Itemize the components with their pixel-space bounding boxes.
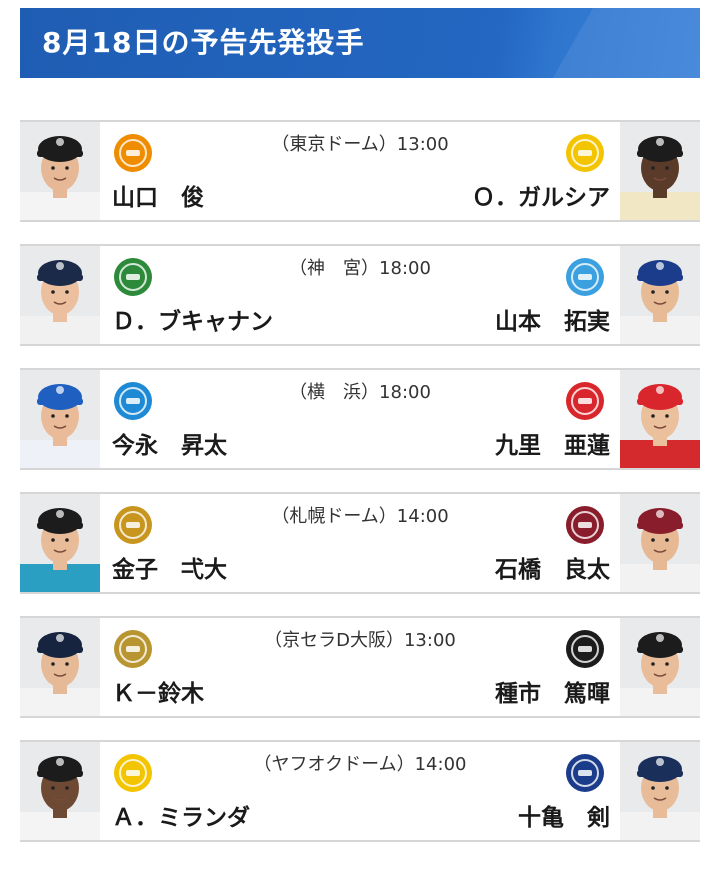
marines-logo-icon (562, 626, 608, 672)
away-pitcher-name: 石橋 良太 (495, 557, 610, 583)
venue-time: （ヤフオクドーム）14:00 (253, 754, 467, 775)
header-decoration (541, 8, 700, 78)
away-pitcher-photo (620, 742, 700, 840)
away-pitcher-name: Ｏ．ガルシア (472, 185, 610, 211)
away-pitcher-name: 山本 拓実 (495, 309, 610, 335)
venue-time: （東京ドーム）13:00 (271, 134, 449, 155)
venue-time: （神 宮）18:00 (289, 258, 431, 279)
away-pitcher-name: 十亀 剣 (518, 805, 610, 831)
hawks-logo-icon (110, 750, 156, 796)
home-pitcher-name: Ａ．ミランダ (112, 805, 250, 831)
away-pitcher-name: 種市 篤暉 (495, 681, 610, 707)
page-header: 8月18日の予告先発投手 (20, 8, 700, 78)
away-pitcher-photo (620, 122, 700, 220)
game-card[interactable]: （横 浜）18:00 今永 昇太 九里 亜蓮 (20, 368, 700, 470)
game-card[interactable]: （ヤフオクドーム）14:00 Ａ．ミランダ 十亀 剣 (20, 740, 700, 842)
buffaloes-logo-icon (110, 626, 156, 672)
tigers-logo-icon (562, 130, 608, 176)
game-card[interactable]: （京セラD大阪）13:00 Ｋ－鈴木 種市 篤暉 (20, 616, 700, 718)
home-pitcher-photo (20, 618, 100, 716)
away-pitcher-photo (620, 370, 700, 468)
dragons-logo-icon (562, 254, 608, 300)
home-pitcher-photo (20, 370, 100, 468)
lions-logo-icon (562, 750, 608, 796)
page-title: 8月18日の予告先発投手 (42, 26, 365, 59)
away-pitcher-photo (620, 246, 700, 344)
away-pitcher-photo (620, 618, 700, 716)
away-pitcher-name: 九里 亜蓮 (495, 433, 610, 459)
home-pitcher-photo (20, 122, 100, 220)
home-pitcher-name: 金子 弌大 (112, 557, 227, 583)
venue-time: （札幌ドーム）14:00 (271, 506, 449, 527)
venue-time: （横 浜）18:00 (289, 382, 431, 403)
game-card[interactable]: （札幌ドーム）14:00 金子 弌大 石橋 良太 (20, 492, 700, 594)
home-pitcher-name: 山口 俊 (112, 185, 204, 211)
fighters-logo-icon (110, 502, 156, 548)
game-card[interactable]: （神 宮）18:00 Ｄ．ブキャナン 山本 拓実 (20, 244, 700, 346)
away-pitcher-photo (620, 494, 700, 592)
carp-logo-icon (562, 378, 608, 424)
venue-time: （京セラD大阪）13:00 (264, 630, 456, 651)
home-pitcher-name: Ｄ．ブキャナン (112, 309, 273, 335)
home-pitcher-name: Ｋ－鈴木 (112, 681, 204, 707)
eagles-logo-icon (562, 502, 608, 548)
home-pitcher-photo (20, 742, 100, 840)
baystars-logo-icon (110, 378, 156, 424)
giants-logo-icon (110, 130, 156, 176)
home-pitcher-photo (20, 494, 100, 592)
home-pitcher-photo (20, 246, 100, 344)
game-card[interactable]: （東京ドーム）13:00 山口 俊 Ｏ．ガルシア (20, 120, 700, 222)
home-pitcher-name: 今永 昇太 (112, 433, 227, 459)
swallows-logo-icon (110, 254, 156, 300)
